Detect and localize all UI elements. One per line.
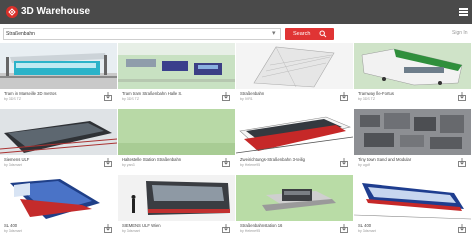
search-icon bbox=[319, 30, 327, 38]
model-meta: Tram tram Straßenbahn Halle S. by 3DS TZ bbox=[118, 89, 235, 105]
model-title[interactable]: SL 400 bbox=[358, 223, 454, 228]
model-author[interactable]: by Helene95 bbox=[240, 229, 336, 234]
download-icon[interactable] bbox=[104, 92, 112, 101]
model-thumbnail[interactable] bbox=[118, 175, 235, 221]
download-icon[interactable] bbox=[222, 92, 230, 101]
download-icon[interactable] bbox=[222, 158, 230, 167]
model-meta: Straßenbahn by IVR1 bbox=[236, 89, 353, 105]
model-card[interactable]: Tram in Marseille 3D metros by 3DS TZ bbox=[0, 43, 118, 105]
model-author[interactable]: by 3dsmart bbox=[4, 229, 100, 234]
app-title[interactable]: 3D Warehouse bbox=[21, 5, 90, 19]
top-bar: 3D Warehouse bbox=[0, 0, 472, 24]
model-author[interactable]: by 3dsmart bbox=[122, 229, 218, 234]
model-meta: SL 400 by 3dsmart bbox=[354, 221, 471, 237]
model-card[interactable]: Straßenbahn by IVR1 bbox=[236, 43, 354, 105]
search-button-label: Search bbox=[293, 31, 311, 37]
model-title[interactable]: Haltestelle Station Straßenbahn bbox=[122, 157, 218, 162]
model-card[interactable]: Haltestelle Station Straßenbahn by yan3 bbox=[118, 109, 236, 171]
sign-in-link[interactable]: Sign In bbox=[452, 30, 468, 36]
model-author[interactable]: by IVR1 bbox=[240, 97, 336, 102]
model-thumbnail[interactable] bbox=[354, 109, 471, 155]
model-thumbnail[interactable] bbox=[354, 175, 471, 221]
model-author[interactable]: by 3DS TZ bbox=[4, 97, 100, 102]
download-icon[interactable] bbox=[340, 92, 348, 101]
model-meta: Straßenbahnstation 16 by Helene95 bbox=[236, 221, 353, 237]
model-title[interactable]: Siemens ULF bbox=[4, 157, 100, 162]
model-card[interactable]: Zweirichtungs-Straßenbahn 3-teilig by He… bbox=[236, 109, 354, 171]
model-card[interactable]: SL 400 by 3dsmart bbox=[354, 175, 472, 237]
model-title[interactable]: Tram tram Straßenbahn Halle S. bbox=[122, 91, 218, 96]
model-meta: Tramway Île-Fortus by 3DS TZ bbox=[354, 89, 471, 105]
hamburger-menu-icon[interactable] bbox=[459, 8, 468, 16]
download-icon[interactable] bbox=[458, 92, 466, 101]
model-meta: Tram in Marseille 3D metros by 3DS TZ bbox=[0, 89, 117, 105]
download-icon[interactable] bbox=[340, 158, 348, 167]
model-meta: Siemens ULF by 3dsmart bbox=[0, 155, 117, 171]
model-author[interactable]: by 3dsmart bbox=[358, 229, 454, 234]
download-icon[interactable] bbox=[458, 158, 466, 167]
download-icon[interactable] bbox=[458, 224, 466, 233]
model-card[interactable]: Tramway Île-Fortus by 3DS TZ bbox=[354, 43, 472, 105]
search-field[interactable]: ▾ bbox=[3, 28, 281, 40]
model-author[interactable]: by 3DS TZ bbox=[122, 97, 218, 102]
model-thumbnail[interactable] bbox=[236, 175, 353, 221]
model-title[interactable]: Straßenbahnstation 16 bbox=[240, 223, 336, 228]
model-author[interactable]: by Helene95 bbox=[240, 163, 336, 168]
download-icon[interactable] bbox=[222, 224, 230, 233]
search-input[interactable] bbox=[6, 29, 268, 39]
model-thumbnail[interactable] bbox=[118, 43, 235, 89]
model-author[interactable]: by ugdf bbox=[358, 163, 454, 168]
model-meta: SIEMENS ULF Wien by 3dsmart bbox=[118, 221, 235, 237]
download-icon[interactable] bbox=[340, 224, 348, 233]
model-thumbnail[interactable] bbox=[0, 43, 117, 89]
model-card[interactable]: SIEMENS ULF Wien by 3dsmart bbox=[118, 175, 236, 237]
download-icon[interactable] bbox=[104, 158, 112, 167]
results-grid: Tram in Marseille 3D metros by 3DS TZ Tr… bbox=[0, 43, 472, 242]
search-button[interactable]: Search bbox=[285, 28, 334, 40]
model-card[interactable]: SL 400 by 3dsmart bbox=[0, 175, 118, 237]
model-thumbnail[interactable] bbox=[236, 43, 353, 89]
model-title[interactable]: Tiny town Sand and Modular bbox=[358, 157, 454, 162]
model-meta: Haltestelle Station Straßenbahn by yan3 bbox=[118, 155, 235, 171]
model-thumbnail[interactable] bbox=[0, 109, 117, 155]
model-author[interactable]: by yan3 bbox=[122, 163, 218, 168]
model-card[interactable]: Tiny town Sand and Modular by ugdf bbox=[354, 109, 472, 171]
model-meta: SL 400 by 3dsmart bbox=[0, 221, 117, 237]
model-card[interactable]: Siemens ULF by 3dsmart bbox=[0, 109, 118, 171]
model-title[interactable]: SIEMENS ULF Wien bbox=[122, 223, 218, 228]
model-thumbnail[interactable] bbox=[118, 109, 235, 155]
model-thumbnail[interactable] bbox=[354, 43, 471, 89]
model-title[interactable]: Straßenbahn bbox=[240, 91, 336, 96]
logo-icon[interactable] bbox=[6, 6, 18, 18]
model-card[interactable]: Tram tram Straßenbahn Halle S. by 3DS TZ bbox=[118, 43, 236, 105]
model-thumbnail[interactable] bbox=[0, 175, 117, 221]
model-meta: Zweirichtungs-Straßenbahn 3-teilig by He… bbox=[236, 155, 353, 171]
clear-search-icon[interactable]: ▾ bbox=[272, 30, 276, 38]
model-author[interactable]: by 3dsmart bbox=[4, 163, 100, 168]
model-title[interactable]: Tramway Île-Fortus bbox=[358, 91, 454, 96]
model-title[interactable]: Zweirichtungs-Straßenbahn 3-teilig bbox=[240, 157, 336, 162]
model-author[interactable]: by 3DS TZ bbox=[358, 97, 454, 102]
model-card[interactable]: Straßenbahnstation 16 by Helene95 bbox=[236, 175, 354, 237]
model-meta: Tiny town Sand and Modular by ugdf bbox=[354, 155, 471, 171]
model-title[interactable]: Tram in Marseille 3D metros bbox=[4, 91, 100, 96]
model-thumbnail[interactable] bbox=[236, 109, 353, 155]
search-bar: ▾ Search Sign In bbox=[0, 26, 472, 42]
model-title[interactable]: SL 400 bbox=[4, 223, 100, 228]
download-icon[interactable] bbox=[104, 224, 112, 233]
